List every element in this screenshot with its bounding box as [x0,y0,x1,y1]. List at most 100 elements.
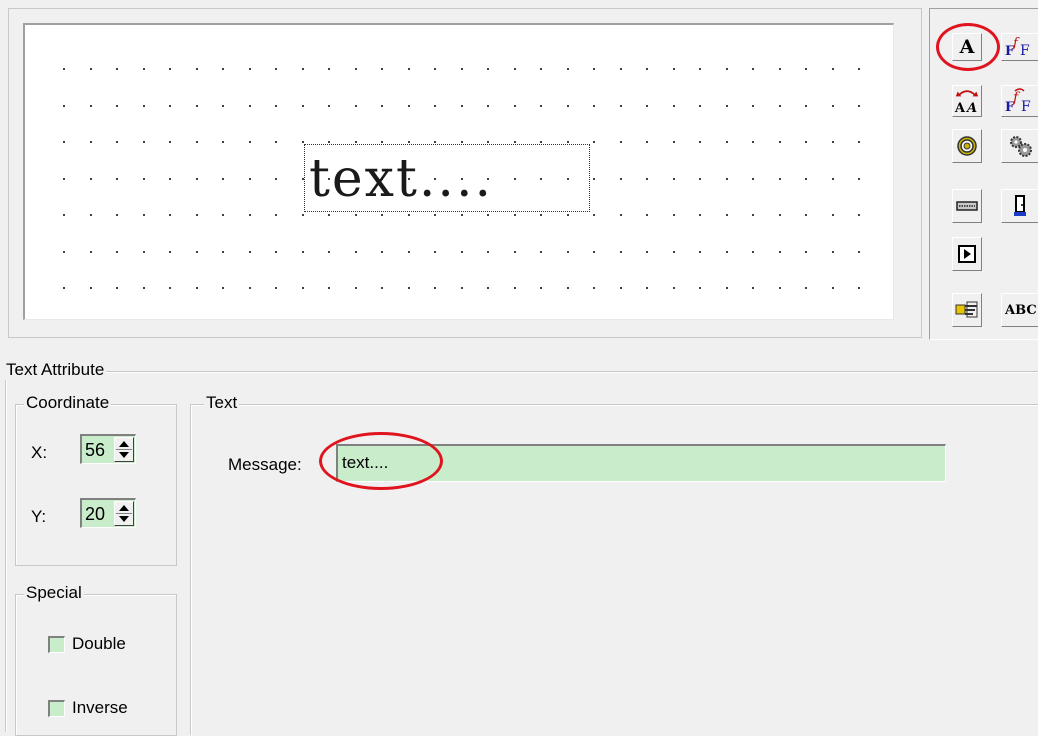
text-resize-button[interactable]: A A [952,85,982,117]
coordinate-group [15,404,177,566]
grid-dot [725,68,728,70]
grid-dot [328,287,330,289]
grid-dot [778,68,781,70]
keyboard-button[interactable] [952,189,982,223]
inverse-checkbox[interactable] [48,700,65,717]
grid-dot [858,104,860,107]
grid-dot [487,214,489,216]
target-button[interactable] [952,129,982,163]
font-tool-button[interactable]: F f F [1001,33,1038,61]
hand-pointer-button[interactable] [952,293,982,327]
grid-dot [142,177,145,180]
grid-dot [116,104,118,107]
grid-dot [407,141,410,143]
grid-dot [540,104,542,107]
grid-dot [89,68,92,70]
grid-dot [752,250,754,253]
grid-dot [222,68,224,70]
grid-dot [142,141,145,143]
x-stepper-buttons[interactable] [114,437,134,462]
grid-dot [699,68,701,70]
grid-dot [275,250,277,253]
font-edit-button[interactable]: F f F [1001,85,1038,117]
grid-dot [858,177,860,180]
font-tool-icon: F f F [1005,36,1030,59]
grid-dot [354,141,357,143]
grid-dot [858,68,860,70]
grid-dot [805,68,807,70]
design-canvas[interactable]: text.... [23,23,894,320]
grid-dot [222,141,224,143]
y-stepper-buttons[interactable] [114,501,134,526]
grid-dot [672,68,675,70]
svg-text:f: f [1012,90,1021,106]
grid-dot [222,250,224,253]
grid-dot [195,250,198,253]
grid-dot [831,68,834,70]
grid-dot [248,287,251,289]
grid-dot [831,287,834,289]
grid-dot [407,214,410,216]
grid-dot [354,68,357,70]
grid-dot [805,177,807,180]
double-checkbox[interactable] [48,636,65,653]
grid-dot [858,250,860,253]
play-button[interactable] [952,237,982,271]
grid-dot [195,141,198,143]
grid-dot [513,214,516,216]
grid-dot [672,141,675,143]
grid-dot [778,177,781,180]
double-label: Double [72,634,126,653]
tool-palette: A F f F A A F f F ABC [929,8,1038,340]
gears-button[interactable] [1001,129,1038,163]
grid-dot [566,104,569,107]
grid-dot [328,214,330,216]
grid-dot [195,68,198,70]
grid-dot [487,287,489,289]
grid-dot [381,287,383,289]
grid-dot [566,68,569,70]
grid-dot [301,214,304,216]
grid-dot [778,250,781,253]
x-value[interactable]: 56 [85,439,105,461]
text-object[interactable]: text.... [304,144,590,212]
svg-text:f: f [1012,36,1020,51]
x-stepper[interactable]: 56 [80,434,136,464]
grid-dot [407,287,410,289]
grid-dot [725,104,728,107]
grid-dot [169,68,171,70]
grid-dot [275,104,277,107]
grid-dot [248,214,251,216]
svg-text:A: A [965,101,977,116]
abc-tool-icon: ABC [1005,302,1037,318]
grid-dot [699,141,701,143]
grid-dot [752,104,754,107]
grid-dot [805,287,807,289]
grid-dot [407,250,410,253]
grid-dot [858,141,860,143]
grid-dot [699,287,701,289]
y-stepper[interactable]: 20 [80,498,136,528]
grid-dot [487,104,489,107]
grid-dot [752,214,754,216]
grid-dot [487,141,489,143]
y-value[interactable]: 20 [85,503,105,525]
x-label: X: [31,443,48,462]
grid-dot [63,141,65,143]
door-button[interactable] [1001,189,1038,223]
abc-tool-button[interactable]: ABC [1001,293,1038,327]
grid-dot [752,287,754,289]
grid-dot [275,177,277,180]
grid-dot [540,250,542,253]
grid-dot [672,250,675,253]
y-label: Y: [31,507,47,526]
grid-dot [752,177,754,180]
grid-dot [248,177,251,180]
grid-dot [725,141,728,143]
grid-dot [566,287,569,289]
grid-dot [89,287,92,289]
grid-dot [805,250,807,253]
grid-dot [434,104,436,107]
grid-dot [460,104,463,107]
grid-dot [672,104,675,107]
